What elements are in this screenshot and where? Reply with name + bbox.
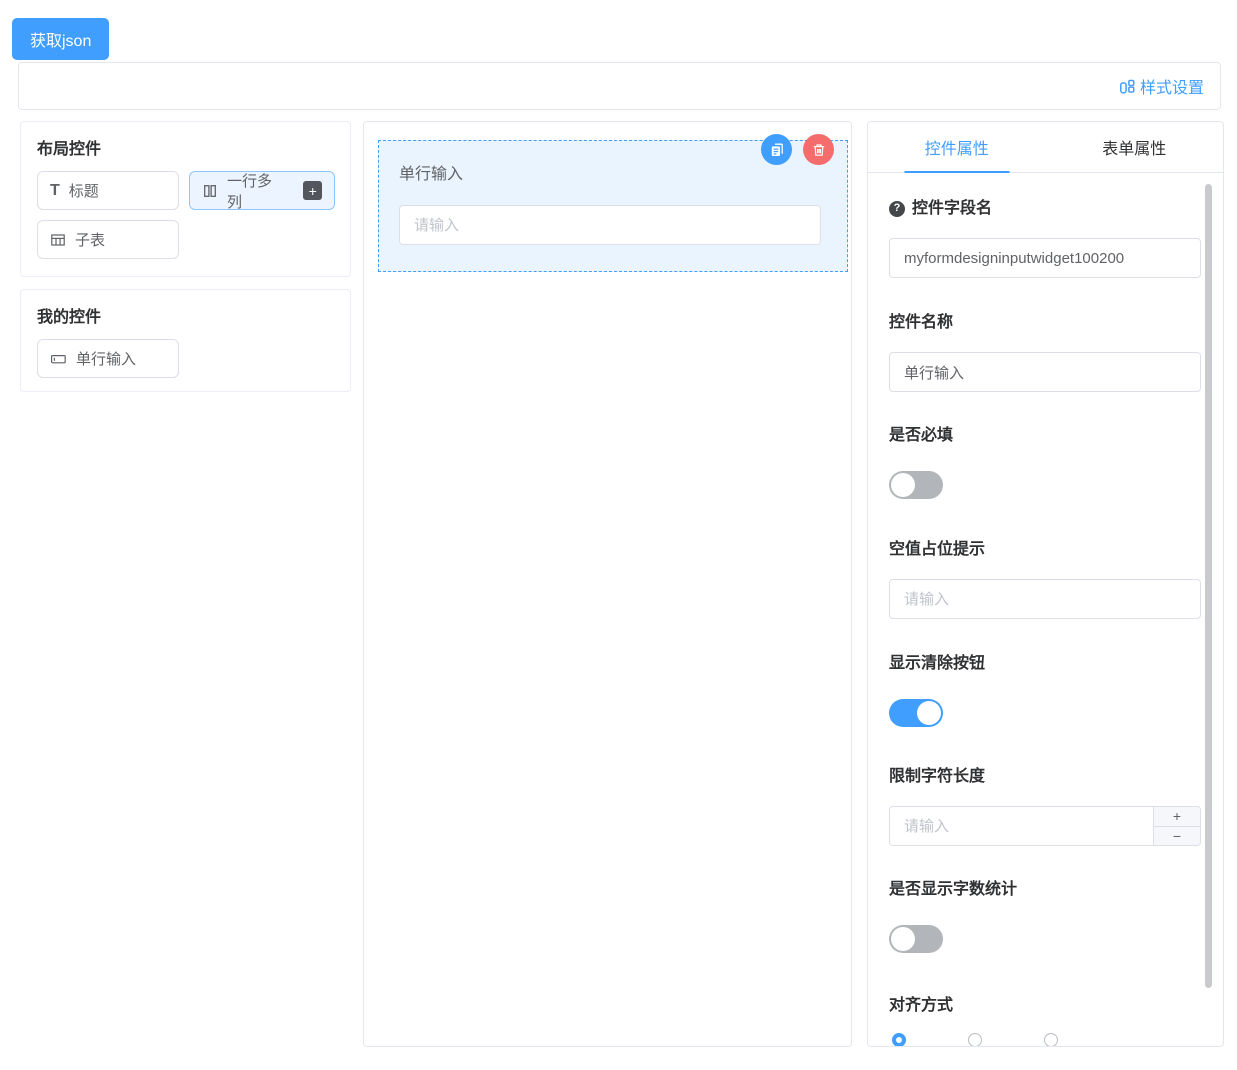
my-widgets-title: 我的控件	[37, 308, 334, 327]
placeholder-hint-label: 空值占位提示	[889, 540, 1201, 559]
toggle-knob	[891, 473, 915, 497]
toggle-knob	[891, 927, 915, 951]
field-key-label: ? 控件字段名	[889, 199, 1201, 218]
max-length-input[interactable]	[890, 807, 1153, 845]
input-box-icon	[50, 351, 67, 367]
style-settings-label: 样式设置	[1140, 74, 1204, 98]
widget-actions	[761, 134, 834, 165]
widget-card-single-line-input[interactable]: 单行输入	[37, 339, 179, 378]
widget-card-label: 子表	[75, 229, 105, 250]
widget-card-label: 一行多列	[227, 170, 285, 212]
get-json-button[interactable]: 获取json	[12, 18, 109, 60]
widget-preview-input[interactable]	[399, 205, 821, 245]
show-clear-label: 显示清除按钮	[889, 654, 1201, 673]
alignment-radio-group	[892, 1033, 1201, 1047]
my-widgets-panel: 我的控件 单行输入	[20, 289, 351, 392]
my-widgets-grid: 单行输入	[37, 339, 334, 378]
widget-card-label: 标题	[69, 180, 99, 201]
widget-card-label: 单行输入	[76, 348, 136, 369]
canvas-toolbar: 样式设置	[18, 62, 1221, 110]
columns-icon	[202, 183, 218, 199]
toggle-knob	[917, 701, 941, 725]
increase-button[interactable]: +	[1154, 807, 1200, 826]
widget-card-title[interactable]: T 标题	[37, 171, 179, 210]
number-stepper: + −	[1153, 807, 1200, 845]
help-icon[interactable]: ?	[889, 201, 905, 217]
word-count-toggle[interactable]	[889, 925, 943, 953]
title-icon: T	[50, 183, 60, 199]
trash-icon	[811, 142, 827, 158]
alignment-label: 对齐方式	[889, 996, 1201, 1015]
widget-card-subtable[interactable]: 子表	[37, 220, 179, 259]
layout-widgets-panel: 布局控件 T 标题 一行多列 +	[20, 121, 351, 277]
layout-widgets-title: 布局控件	[37, 140, 334, 159]
delete-widget-button[interactable]	[803, 134, 834, 165]
max-length-number-input: + −	[889, 806, 1201, 846]
subtable-icon	[50, 232, 66, 248]
widget-card-multicolumn[interactable]: 一行多列 +	[189, 171, 335, 210]
tab-form-properties[interactable]: 表单属性	[1046, 122, 1224, 172]
design-canvas[interactable]: 单行输入	[363, 121, 852, 1047]
alignment-radio[interactable]	[892, 1033, 906, 1047]
field-key-label-text: 控件字段名	[912, 199, 992, 218]
word-count-label: 是否显示字数统计	[889, 880, 1201, 899]
copy-icon	[769, 142, 785, 158]
widget-name-label: 控件名称	[889, 313, 1201, 332]
max-length-label: 限制字符长度	[889, 767, 1201, 786]
field-key-input[interactable]	[889, 238, 1201, 278]
copy-widget-button[interactable]	[761, 134, 792, 165]
style-settings-link[interactable]: 样式设置	[1118, 74, 1204, 98]
selected-widget-single-line-input[interactable]: 单行输入	[378, 140, 848, 272]
layout-widgets-grid: T 标题 一行多列 +	[37, 171, 334, 259]
placeholder-hint-input[interactable]	[889, 579, 1201, 619]
style-settings-icon	[1118, 78, 1135, 95]
widget-name-input[interactable]	[889, 352, 1201, 392]
required-toggle[interactable]	[889, 471, 943, 499]
required-label: 是否必填	[889, 426, 1201, 445]
panel-scrollbar[interactable]	[1205, 184, 1212, 988]
form-designer-screen: 获取json 样式设置 布局控件 T 标题	[0, 0, 1237, 1070]
properties-tabs: 控件属性 表单属性	[868, 122, 1223, 173]
properties-body: ? 控件字段名 控件名称 是否必填 空值占位提示 显示清除按钮 限制字符长度 +	[868, 199, 1223, 1047]
properties-panel: 控件属性 表单属性 ? 控件字段名 控件名称 是否必填 空值占位提示 显示清除按…	[867, 121, 1224, 1047]
add-column-button[interactable]: +	[303, 181, 322, 200]
show-clear-toggle[interactable]	[889, 699, 943, 727]
alignment-radio[interactable]	[968, 1033, 982, 1047]
alignment-radio[interactable]	[1044, 1033, 1058, 1047]
tab-widget-properties[interactable]: 控件属性	[868, 122, 1046, 172]
decrease-button[interactable]: −	[1154, 826, 1200, 846]
